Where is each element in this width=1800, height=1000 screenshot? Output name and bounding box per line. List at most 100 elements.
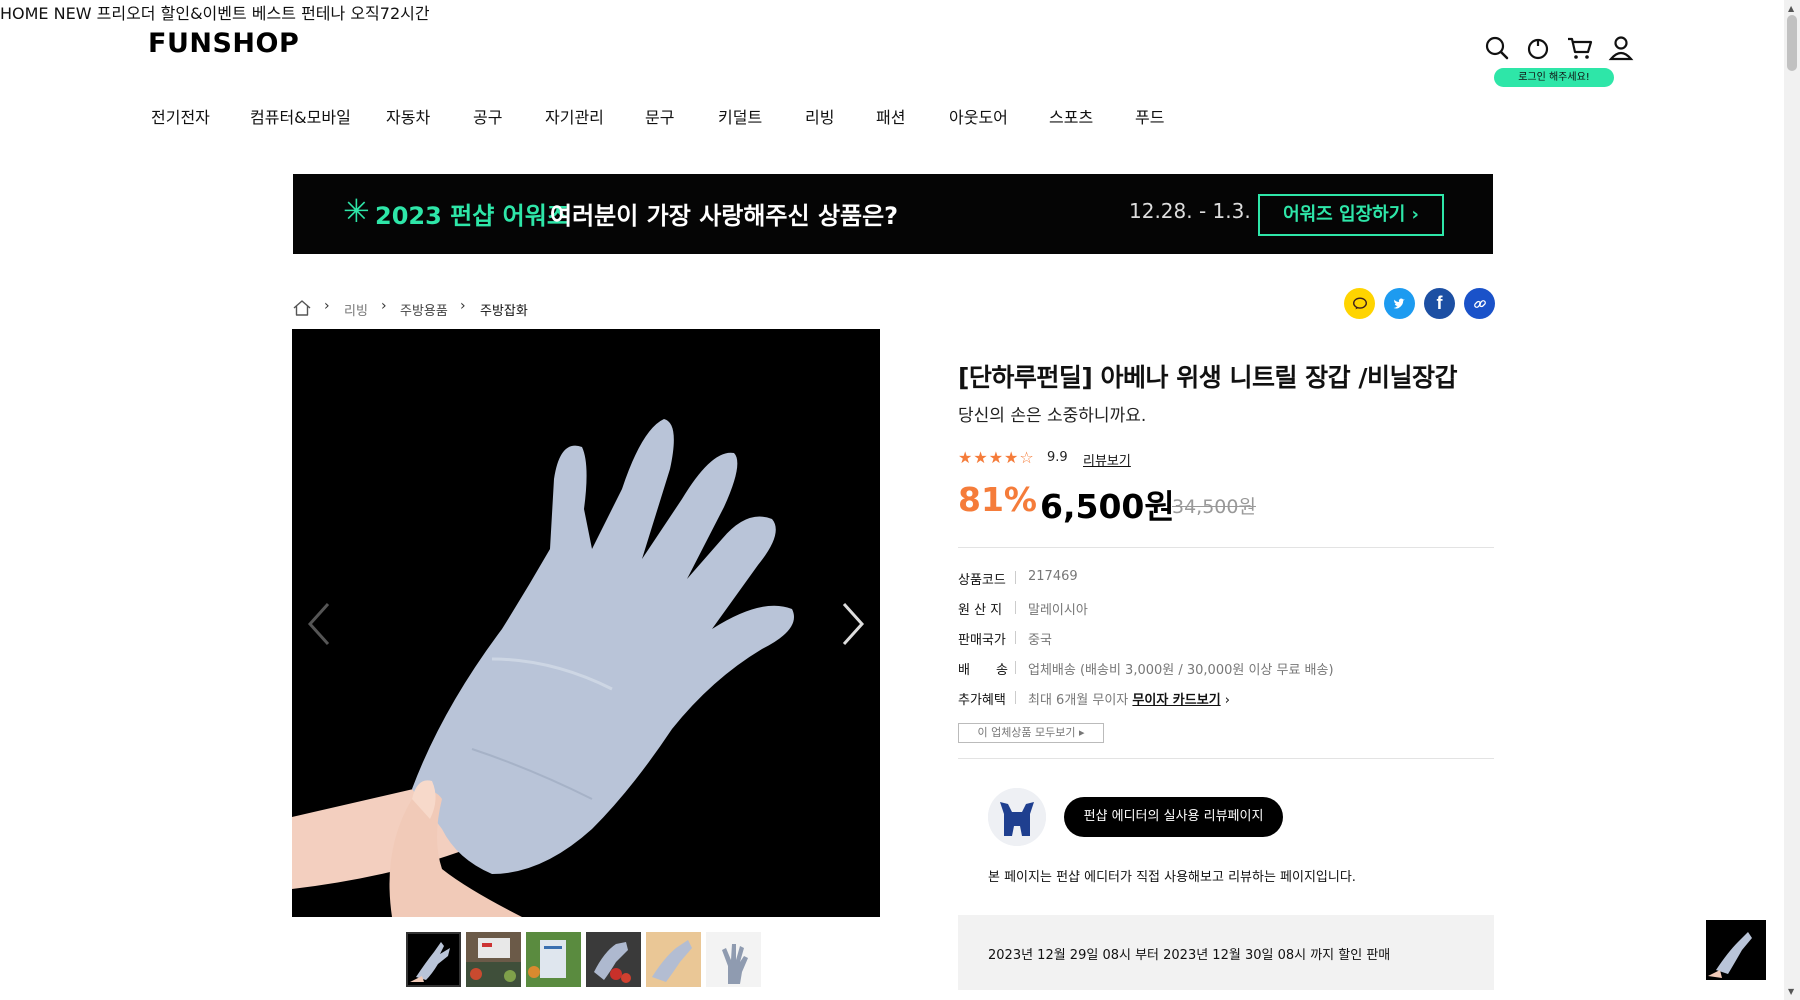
user-icon[interactable] — [1606, 33, 1636, 63]
banner-enter-label: 어워즈 입장하기 — [1283, 204, 1406, 225]
category-tools[interactable]: 공구 — [473, 104, 502, 128]
breadcrumb-living[interactable]: 리빙 — [344, 300, 368, 319]
product-main-image[interactable] — [292, 329, 880, 917]
editor-review: 펀샵 에디터의 실사용 리뷰페이지 — [988, 788, 1488, 848]
category-living[interactable]: 리빙 — [805, 104, 834, 128]
kakaotalk-icon[interactable] — [1344, 288, 1375, 319]
spec-bar — [1015, 661, 1016, 674]
twitter-icon[interactable] — [1384, 288, 1415, 319]
divider — [958, 758, 1494, 759]
spec-value: 217469 — [1028, 569, 1078, 584]
banner-headline: 여러분이 가장 사랑해주신 상품은? — [550, 202, 899, 230]
benefit-text: 최대 6개월 무이자 — [1028, 693, 1129, 708]
chevron-right-icon: › — [1224, 693, 1230, 708]
discount-rate: 81% — [958, 480, 1037, 519]
spec-benefit: 추가혜택 최대 6개월 무이자 무이자 카드보기 › — [958, 689, 1494, 709]
scroll-up-arrow[interactable]: ▲ — [1788, 4, 1794, 13]
spec-label: 배 송 — [958, 663, 1008, 678]
category-sports[interactable]: 스포츠 — [1049, 104, 1093, 128]
share-buttons: f — [1344, 288, 1496, 320]
category-outdoor[interactable]: 아웃도어 — [949, 104, 1008, 128]
login-tooltip: 로그인 해주세요! — [1494, 68, 1614, 87]
price-row: 81% 6,500원 34,500원 — [958, 480, 1494, 526]
thumbnail[interactable] — [466, 932, 521, 987]
nav-preorder[interactable]: 프리오더 — [97, 4, 156, 23]
category-computer-mobile[interactable]: 컴퓨터&모바일 — [250, 104, 351, 128]
spec-label: 원 산 지 — [958, 603, 1003, 618]
header-icons — [1482, 33, 1642, 65]
nav-72hours[interactable]: 오직72시간 — [350, 4, 429, 23]
cart-icon[interactable] — [1565, 33, 1595, 63]
nav-sale-event[interactable]: 할인&이벤트 — [161, 4, 247, 23]
sale-price: 6,500원 — [1040, 487, 1175, 526]
category-self-care[interactable]: 자기관리 — [545, 104, 604, 128]
breadcrumb-kitchen[interactable]: 주방용품 — [400, 300, 448, 319]
thumbnail-strip — [406, 932, 762, 988]
category-food[interactable]: 푸드 — [1135, 104, 1164, 128]
spec-sales-country: 판매국가 중국 — [958, 629, 1494, 649]
banner-highlight: 2023 펀샵 어워즈 — [375, 202, 569, 230]
main-nav: HOME NEW 프리오더 할인&이벤트 베스트 펀테나 오직72시간 — [0, 0, 1800, 24]
nav-funtenna[interactable]: 펀테나 — [301, 4, 345, 23]
home-icon[interactable] — [292, 298, 312, 318]
editor-note: 본 페이지는 펀샵 에디터가 직접 사용해보고 리뷰하는 페이지입니다. — [988, 870, 1356, 885]
spec-bar — [1015, 691, 1016, 704]
link-icon[interactable] — [1464, 288, 1495, 319]
seller-products-button[interactable]: 이 업체상품 모두보기 ▸ — [958, 723, 1104, 743]
page-scrollbar[interactable]: ▲ ▼ — [1784, 0, 1800, 1000]
spec-value: 중국 — [1028, 633, 1052, 648]
spec-bar — [1015, 601, 1016, 614]
breadcrumb-separator: › — [324, 298, 330, 314]
spec-bar — [1015, 571, 1016, 584]
thumbnail[interactable] — [706, 932, 761, 987]
spec-label: 추가혜택 — [958, 693, 1006, 708]
sale-period-box: 2023년 12월 29일 08시 부터 2023년 12월 30일 08시 까… — [958, 915, 1494, 990]
editor-avatar — [988, 788, 1046, 846]
editor-review-button[interactable]: 펀샵 에디터의 실사용 리뷰페이지 — [1064, 797, 1283, 837]
facebook-icon[interactable]: f — [1424, 288, 1455, 319]
review-link[interactable]: 리뷰보기 — [1083, 450, 1131, 469]
rating-row: ★★★★☆ 9.9 리뷰보기 — [958, 448, 1258, 469]
category-electronics[interactable]: 전기전자 — [151, 104, 210, 128]
category-kidult[interactable]: 키덜트 — [718, 104, 762, 128]
banner-enter-button[interactable]: 어워즈 입장하기 › — [1258, 194, 1444, 236]
recent-view-thumbnail[interactable] — [1706, 920, 1766, 980]
scroll-down-arrow[interactable]: ▼ — [1788, 987, 1794, 996]
thumbnail[interactable] — [586, 932, 641, 987]
timer-icon[interactable] — [1523, 33, 1553, 63]
spec-value: 말레이시아 — [1028, 603, 1088, 618]
thumbnail[interactable] — [406, 932, 461, 987]
spec-label: 상품코드 — [958, 573, 1006, 588]
rating-score: 9.9 — [1047, 450, 1068, 465]
next-image-arrow[interactable] — [832, 599, 872, 649]
thumbnail[interactable] — [646, 932, 701, 987]
spec-product-code: 상품코드 217469 — [958, 569, 1494, 589]
spec-origin: 원 산 지 말레이시아 — [958, 599, 1494, 619]
prev-image-arrow[interactable] — [300, 599, 340, 649]
nav-new[interactable]: NEW — [54, 4, 92, 23]
site-logo[interactable]: FUNSHOP — [148, 28, 299, 59]
category-car[interactable]: 자동차 — [386, 104, 430, 128]
scroll-thumb[interactable] — [1787, 15, 1797, 71]
interest-free-card-link[interactable]: 무이자 카드보기 — [1132, 693, 1220, 708]
spec-value: 업체배송 (배송비 3,000원 / 30,000원 이상 무료 배송) — [1028, 663, 1334, 678]
product-subtitle: 당신의 손은 소중하니까요. — [958, 406, 1147, 426]
rating-stars: ★★★★☆ — [958, 448, 1035, 467]
awards-banner[interactable]: ✳ 2023 펀샵 어워즈 여러분이 가장 사랑해주신 상품은? 12.28. … — [293, 174, 1493, 254]
spec-value: 최대 6개월 무이자 무이자 카드보기 › — [1028, 689, 1230, 708]
glove-photo — [292, 329, 880, 917]
spec-label: 판매국가 — [958, 633, 1006, 648]
spec-bar — [1015, 631, 1016, 644]
thumbnail[interactable] — [526, 932, 581, 987]
nav-home[interactable]: HOME — [0, 4, 49, 23]
breadcrumb-kitchen-misc[interactable]: 주방잡화 — [480, 300, 528, 319]
category-fashion[interactable]: 패션 — [876, 104, 905, 128]
nav-best[interactable]: 베스트 — [252, 4, 296, 23]
original-price: 34,500원 — [1172, 496, 1256, 518]
search-icon[interactable] — [1482, 33, 1512, 63]
category-nav: 전기전자 컴퓨터&모바일 자동차 공구 자기관리 문구 키덜트 리빙 패션 아웃… — [0, 104, 1800, 128]
breadcrumb-separator: › — [460, 298, 466, 314]
category-stationery[interactable]: 문구 — [645, 104, 674, 128]
breadcrumb-separator: › — [381, 298, 387, 314]
divider — [958, 547, 1494, 548]
